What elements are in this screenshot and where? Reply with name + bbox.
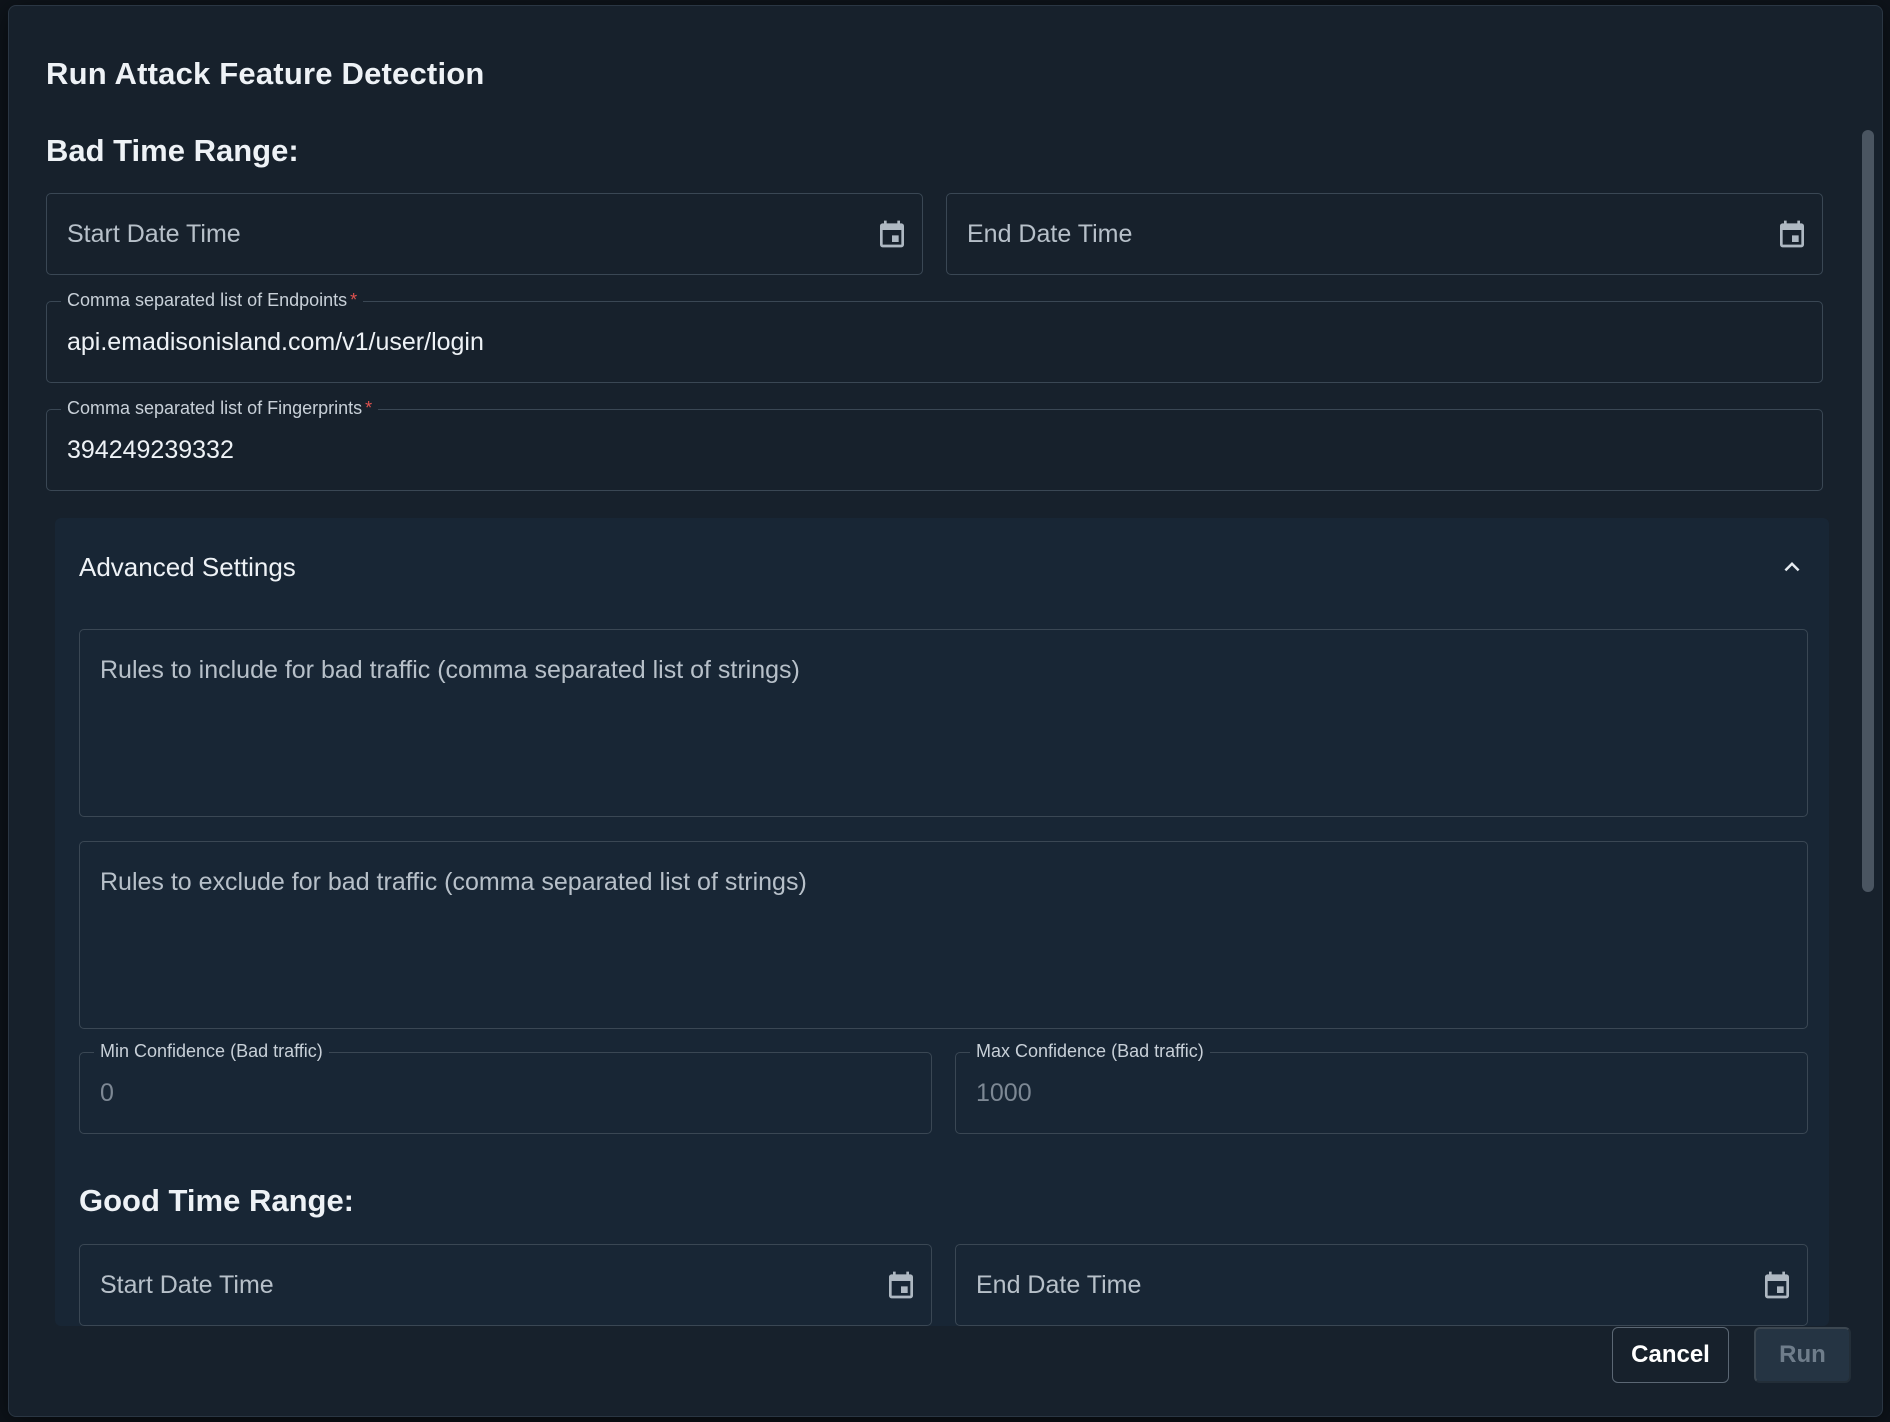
calendar-icon[interactable] bbox=[885, 1269, 917, 1301]
endpoints-input[interactable]: Comma separated list of Endpoints * api.e… bbox=[46, 290, 1823, 383]
max-confidence-label: Max Confidence (Bad traffic) bbox=[970, 1041, 1210, 1062]
calendar-icon[interactable] bbox=[1761, 1269, 1793, 1301]
good-end-date-time-field[interactable]: End Date Time bbox=[955, 1244, 1808, 1326]
fingerprints-value: 394249239332 bbox=[67, 436, 234, 464]
required-asterisk: * bbox=[350, 290, 358, 310]
advanced-settings-title: Advanced Settings bbox=[79, 552, 296, 582]
calendar-icon[interactable] bbox=[876, 218, 908, 250]
min-confidence-placeholder: 0 bbox=[100, 1079, 114, 1107]
max-confidence-input[interactable]: Max Confidence (Bad traffic) 1000 bbox=[955, 1041, 1808, 1134]
good-end-date-time-placeholder: End Date Time bbox=[976, 1271, 1142, 1299]
calendar-icon[interactable] bbox=[1776, 218, 1808, 250]
required-asterisk: * bbox=[365, 398, 373, 418]
run-button[interactable]: Run bbox=[1754, 1327, 1851, 1383]
bad-end-date-time-placeholder: End Date Time bbox=[967, 220, 1133, 248]
rules-include-placeholder: Rules to include for bad traffic (comma … bbox=[100, 656, 800, 684]
min-confidence-input[interactable]: Min Confidence (Bad traffic) 0 bbox=[79, 1041, 932, 1134]
bad-end-date-time-field[interactable]: End Date Time bbox=[946, 193, 1823, 275]
dialog-title: Run Attack Feature Detection bbox=[46, 56, 485, 91]
run-attack-feature-detection-dialog: Run Attack Feature Detection Bad Time Ra… bbox=[8, 5, 1883, 1417]
good-time-range-heading: Good Time Range: bbox=[79, 1183, 355, 1218]
endpoints-label: Comma separated list of Endpoints * bbox=[61, 290, 364, 311]
chevron-up-icon[interactable] bbox=[1777, 552, 1807, 582]
rules-include-textarea[interactable]: Rules to include for bad traffic (comma … bbox=[79, 629, 1808, 817]
min-confidence-label: Min Confidence (Bad traffic) bbox=[94, 1041, 329, 1062]
endpoints-value: api.emadisonisland.com/v1/user/login bbox=[67, 328, 484, 356]
fingerprints-label: Comma separated list of Fingerprints * bbox=[61, 398, 379, 419]
good-start-date-time-field[interactable]: Start Date Time bbox=[79, 1244, 932, 1326]
content-scrollbar[interactable] bbox=[1862, 130, 1874, 892]
fingerprints-input[interactable]: Comma separated list of Fingerprints * 39… bbox=[46, 398, 1823, 491]
rules-exclude-textarea[interactable]: Rules to exclude for bad traffic (comma … bbox=[79, 841, 1808, 1029]
bad-time-range-heading: Bad Time Range: bbox=[46, 133, 299, 168]
cancel-button[interactable]: Cancel bbox=[1612, 1327, 1729, 1383]
max-confidence-placeholder: 1000 bbox=[976, 1079, 1032, 1107]
rules-exclude-placeholder: Rules to exclude for bad traffic (comma … bbox=[100, 868, 807, 896]
bad-start-date-time-field[interactable]: Start Date Time bbox=[46, 193, 923, 275]
good-start-date-time-placeholder: Start Date Time bbox=[100, 1271, 274, 1299]
advanced-settings-header[interactable]: Advanced Settings bbox=[55, 518, 1829, 614]
dialog-content: Bad Time Range: Start Date Time End Date… bbox=[9, 109, 1859, 1326]
bad-start-date-time-placeholder: Start Date Time bbox=[67, 220, 241, 248]
advanced-settings-panel: Advanced Settings Rules to include for b… bbox=[55, 518, 1829, 1326]
